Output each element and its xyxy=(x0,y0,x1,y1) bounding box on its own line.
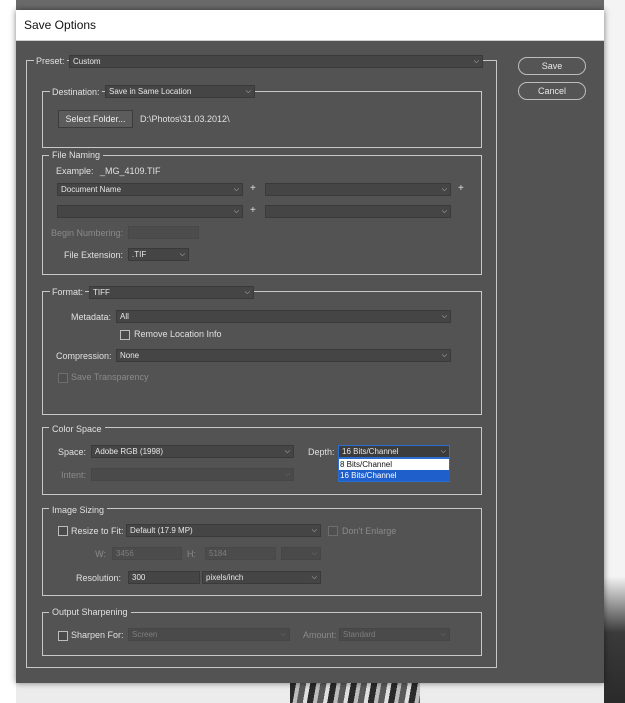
plus-sign: + xyxy=(250,183,256,194)
naming-field-3[interactable]: ⌵ xyxy=(57,205,243,218)
preset-select[interactable]: Custom ⌵ xyxy=(69,55,483,68)
naming-field-1[interactable]: Document Name ⌵ xyxy=(57,183,243,196)
plus-sign: + xyxy=(458,183,464,194)
depth-select[interactable]: 16 Bits/Channel ⌵ xyxy=(338,445,450,458)
amount-label: Amount: xyxy=(303,630,337,640)
sharpen-for-value: Screen xyxy=(132,630,158,639)
select-folder-button[interactable]: Select Folder... xyxy=(58,110,133,128)
chevron-down-icon: ⌵ xyxy=(244,289,250,296)
remove-location-label: Remove Location Info xyxy=(134,329,222,339)
intent-label: Intent: xyxy=(60,470,86,480)
file-naming-title: File Naming xyxy=(49,150,104,161)
naming-field-1-value: Document Name xyxy=(61,185,122,194)
chevron-down-icon: ⌵ xyxy=(233,208,239,215)
remove-location-checkbox[interactable] xyxy=(120,330,130,340)
resize-to-fit-value: Default (17.9 MP) xyxy=(130,526,193,535)
intent-select[interactable]: ⌵ xyxy=(91,468,294,481)
sharpen-for-checkbox[interactable] xyxy=(58,631,68,641)
begin-numbering-label: Begin Numbering: xyxy=(50,228,123,238)
compression-value: None xyxy=(120,351,140,360)
begin-numbering-input[interactable] xyxy=(128,226,199,239)
height-label: H: xyxy=(187,549,196,559)
preset-label: Preset: xyxy=(34,55,67,67)
naming-field-4[interactable]: ⌵ xyxy=(265,205,451,218)
resolution-label: Resolution: xyxy=(75,573,121,583)
size-unit-select[interactable]: ⌵ xyxy=(281,547,321,560)
chevron-down-icon: ⌵ xyxy=(311,550,317,557)
color-space-title: Color Space xyxy=(49,424,105,435)
destination-path: D:\Photos\31.03.2012\ xyxy=(140,114,230,124)
chevron-down-icon: ⌵ xyxy=(284,471,290,478)
amount-value: Standard xyxy=(343,630,376,639)
destination-label: Destination: xyxy=(50,86,102,98)
background-photo xyxy=(290,683,420,703)
chevron-down-icon: ⌵ xyxy=(440,631,446,638)
compression-select[interactable]: None ⌵ xyxy=(116,349,451,362)
depth-dropdown-list: 8 Bits/Channel 16 Bits/Channel xyxy=(338,458,450,482)
cancel-button[interactable]: Cancel xyxy=(518,82,586,100)
image-sizing-title: Image Sizing xyxy=(49,505,108,516)
depth-value: 16 Bits/Channel xyxy=(342,447,399,456)
amount-select[interactable]: Standard ⌵ xyxy=(339,628,450,641)
space-label: Space: xyxy=(57,447,86,457)
chevron-down-icon: ⌵ xyxy=(245,88,251,95)
chevron-down-icon: ⌵ xyxy=(179,251,185,258)
background-right xyxy=(604,0,625,703)
resolution-unit-value: pixels/inch xyxy=(206,573,244,582)
chevron-down-icon: ⌵ xyxy=(440,448,446,455)
resize-to-fit-label: Resize to Fit: xyxy=(71,526,124,536)
dont-enlarge-checkbox[interactable] xyxy=(328,526,338,536)
file-extension-select[interactable]: .TIF ⌵ xyxy=(128,248,189,261)
resize-to-fit-checkbox[interactable] xyxy=(58,526,68,536)
plus-sign: + xyxy=(250,205,256,216)
space-select[interactable]: Adobe RGB (1998) ⌵ xyxy=(91,445,294,458)
chevron-down-icon: ⌵ xyxy=(284,448,290,455)
chevron-down-icon: ⌵ xyxy=(441,313,447,320)
save-button[interactable]: Save xyxy=(518,57,586,75)
file-extension-value: .TIF xyxy=(132,250,147,259)
height-input[interactable]: 5184 xyxy=(205,547,276,560)
depth-option-8[interactable]: 8 Bits/Channel xyxy=(339,459,450,470)
file-extension-label: File Extension: xyxy=(63,250,123,260)
metadata-select[interactable]: All ⌵ xyxy=(116,310,451,323)
chevron-down-icon: ⌵ xyxy=(233,186,239,193)
chevron-down-icon: ⌵ xyxy=(280,631,286,638)
chevron-down-icon: ⌵ xyxy=(473,58,479,65)
preset-value: Custom xyxy=(73,57,101,66)
format-label: Format: xyxy=(50,286,86,298)
chevron-down-icon: ⌵ xyxy=(441,208,447,215)
save-transparency-label: Save Transparency xyxy=(71,372,149,382)
space-value: Adobe RGB (1998) xyxy=(95,447,164,456)
save-transparency-checkbox[interactable] xyxy=(58,373,68,383)
chevron-down-icon: ⌵ xyxy=(311,574,317,581)
depth-label: Depth: xyxy=(308,447,335,457)
example-label: Example: xyxy=(56,166,94,176)
width-label: W: xyxy=(95,549,106,559)
dont-enlarge-label: Don't Enlarge xyxy=(342,526,397,536)
format-select[interactable]: TIFF ⌵ xyxy=(89,286,254,299)
resize-to-fit-select[interactable]: Default (17.9 MP) ⌵ xyxy=(126,524,321,537)
metadata-value: All xyxy=(120,312,129,321)
sharpen-for-select[interactable]: Screen ⌵ xyxy=(128,628,290,641)
chevron-down-icon: ⌵ xyxy=(441,186,447,193)
width-input[interactable]: 3456 xyxy=(112,547,182,560)
resolution-input[interactable]: 300 xyxy=(128,571,200,584)
output-sharpening-title: Output Sharpening xyxy=(49,607,131,618)
dialog-title: Save Options xyxy=(24,18,97,32)
compression-label: Compression: xyxy=(56,351,112,361)
destination-select[interactable]: Save in Same Location ⌵ xyxy=(105,85,255,98)
depth-option-16[interactable]: 16 Bits/Channel xyxy=(339,470,450,481)
example-value: _MG_4109.TIF xyxy=(100,166,161,176)
resolution-unit-select[interactable]: pixels/inch ⌵ xyxy=(202,571,321,584)
sharpen-for-label: Sharpen For: xyxy=(71,630,124,640)
chevron-down-icon: ⌵ xyxy=(441,352,447,359)
destination-value: Save in Same Location xyxy=(109,87,192,96)
format-value: TIFF xyxy=(93,288,110,297)
save-options-dialog: Save Options Preset: Custom ⌵ Save Cance… xyxy=(16,10,604,683)
background-left xyxy=(0,0,16,703)
dialog-titlebar: Save Options xyxy=(16,10,604,41)
chevron-down-icon: ⌵ xyxy=(311,527,317,534)
metadata-label: Metadata: xyxy=(70,312,111,322)
naming-field-2[interactable]: ⌵ xyxy=(265,183,451,196)
